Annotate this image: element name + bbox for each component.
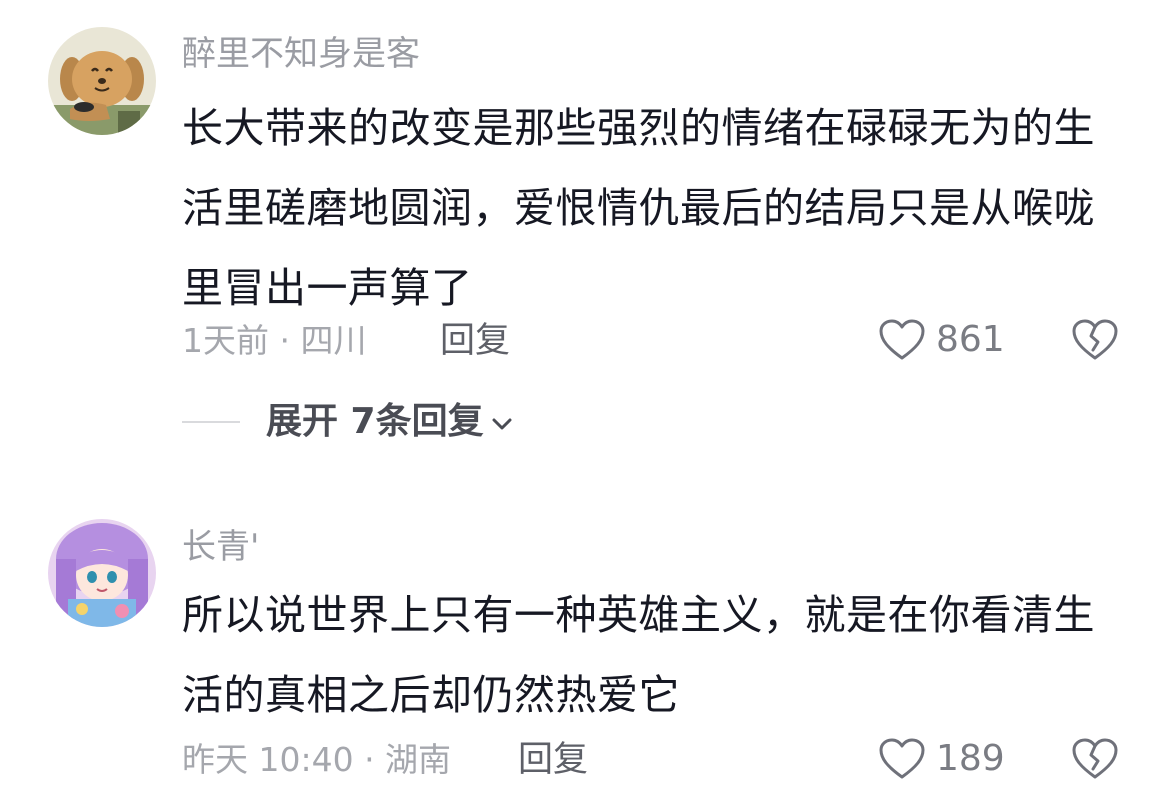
dislike-button[interactable] — [1071, 737, 1119, 785]
comment-item: 长青' 所以说世界上只有一种英雄主义，就是在你看清生活的真相之后却仍然热爱它 昨… — [0, 0, 1169, 801]
comment-text: 所以说世界上只有一种英雄主义，就是在你看清生活的真相之后却仍然热爱它 — [182, 591, 1095, 719]
heart-icon — [879, 738, 925, 779]
username[interactable]: 长青' — [182, 527, 259, 567]
reply-button[interactable]: 回复 — [518, 740, 588, 780]
anime-girl-avatar-icon — [48, 519, 156, 627]
broken-heart-icon — [1072, 738, 1118, 779]
user-avatar[interactable] — [48, 519, 156, 627]
like-button[interactable]: 189 — [878, 737, 1005, 781]
comment-time-location: 昨天 10:40 · 湖南 — [182, 740, 452, 779]
like-count: 189 — [936, 738, 1005, 779]
